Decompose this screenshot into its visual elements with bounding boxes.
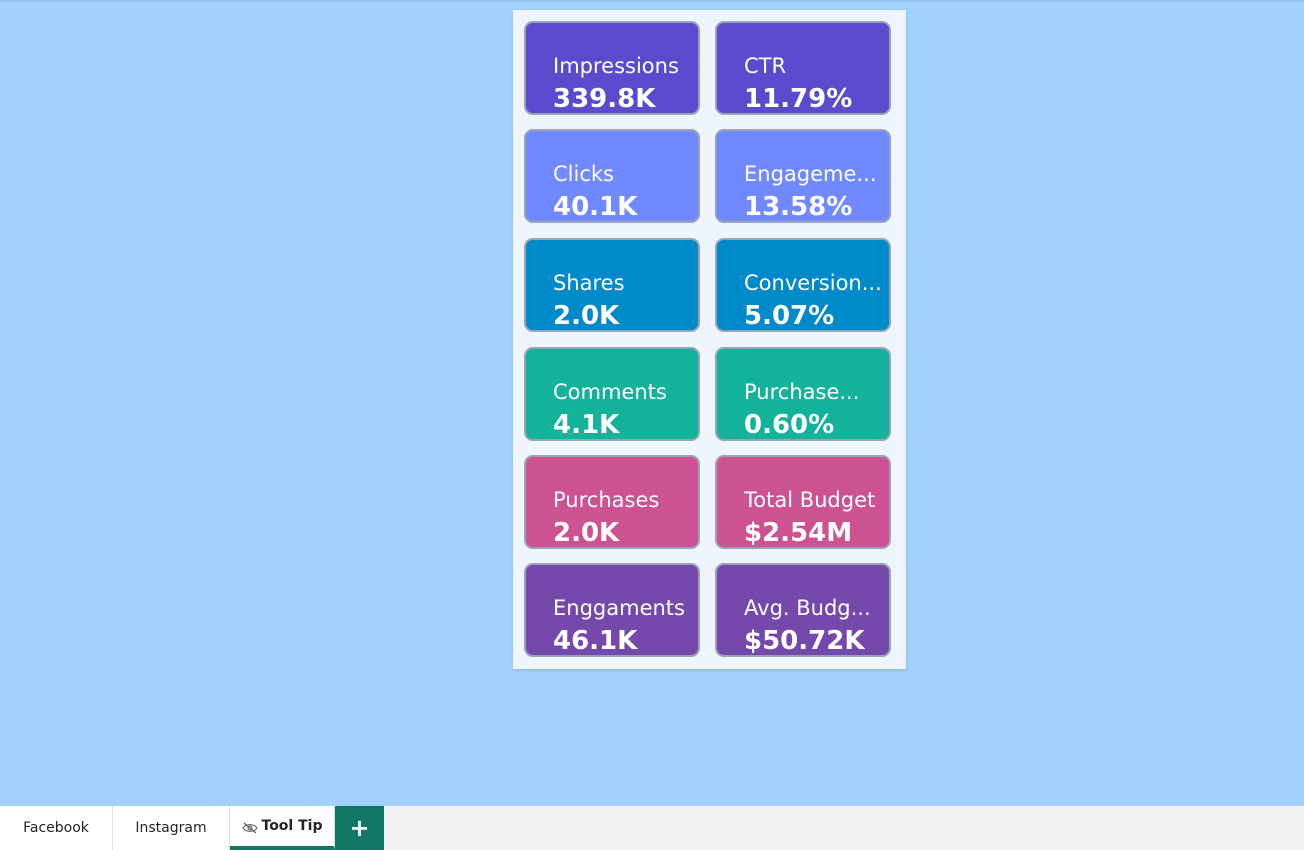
tab-label: Tool Tip — [261, 818, 323, 834]
kpi-value: 40.1K — [553, 192, 638, 222]
hidden-eye-icon — [241, 822, 258, 834]
tab-instagram[interactable]: Instagram — [113, 806, 230, 850]
kpi-card-purchases[interactable]: Purchases 2.0K — [524, 455, 700, 549]
kpi-value: $2.54M — [744, 518, 853, 548]
kpi-value: 5.07% — [744, 301, 835, 331]
kpi-label: CTR — [744, 54, 787, 78]
kpi-label: Comments — [553, 380, 667, 404]
tab-label: Instagram — [135, 820, 207, 836]
kpi-label: Shares — [553, 271, 625, 295]
kpi-card-purchase-rate[interactable]: Purchase... 0.60% — [715, 347, 891, 441]
add-page-button[interactable]: + — [335, 806, 384, 850]
kpi-label: Engageme... — [744, 162, 877, 186]
kpi-label: Purchase... — [744, 380, 860, 404]
kpi-value: 13.58% — [744, 192, 853, 222]
kpi-card-conversion[interactable]: Conversion... 5.07% — [715, 238, 891, 332]
kpi-value: 46.1K — [553, 626, 638, 656]
kpi-card-engagement[interactable]: Engageme... 13.58% — [715, 129, 891, 223]
kpi-value: 2.0K — [553, 518, 620, 548]
kpi-value: 11.79% — [744, 84, 853, 114]
kpi-card-avg-budget[interactable]: Avg. Budg... $50.72K — [715, 563, 891, 657]
kpi-card-total-budget[interactable]: Total Budget $2.54M — [715, 455, 891, 549]
kpi-label: Impressions — [553, 54, 679, 78]
kpi-value: 2.0K — [553, 301, 620, 331]
plus-icon: + — [349, 814, 370, 842]
page-tab-bar: Facebook Instagram Tool Tip + — [0, 806, 1304, 850]
kpi-label: Conversion... — [744, 271, 882, 295]
tooltip-page-panel: Impressions 339.8K CTR 11.79% Clicks 40.… — [513, 10, 906, 669]
report-canvas: Impressions 339.8K CTR 11.79% Clicks 40.… — [0, 0, 1304, 850]
kpi-card-engagements[interactable]: Enggaments 46.1K — [524, 563, 700, 657]
kpi-label: Clicks — [553, 162, 614, 186]
top-border — [0, 0, 1304, 2]
tab-tool-tip[interactable]: Tool Tip — [230, 806, 335, 850]
kpi-label: Total Budget — [744, 488, 876, 512]
kpi-card-ctr[interactable]: CTR 11.79% — [715, 21, 891, 115]
kpi-value: 0.60% — [744, 410, 835, 440]
kpi-value: 4.1K — [553, 410, 620, 440]
kpi-card-clicks[interactable]: Clicks 40.1K — [524, 129, 700, 223]
kpi-label: Purchases — [553, 488, 660, 512]
kpi-label: Avg. Budg... — [744, 596, 871, 620]
tab-facebook[interactable]: Facebook — [0, 806, 113, 850]
kpi-label: Enggaments — [553, 596, 685, 620]
kpi-card-shares[interactable]: Shares 2.0K — [524, 238, 700, 332]
kpi-value: 339.8K — [553, 84, 656, 114]
tab-label: Facebook — [23, 820, 89, 836]
kpi-card-comments[interactable]: Comments 4.1K — [524, 347, 700, 441]
kpi-value: $50.72K — [744, 626, 865, 656]
kpi-card-impressions[interactable]: Impressions 339.8K — [524, 21, 700, 115]
